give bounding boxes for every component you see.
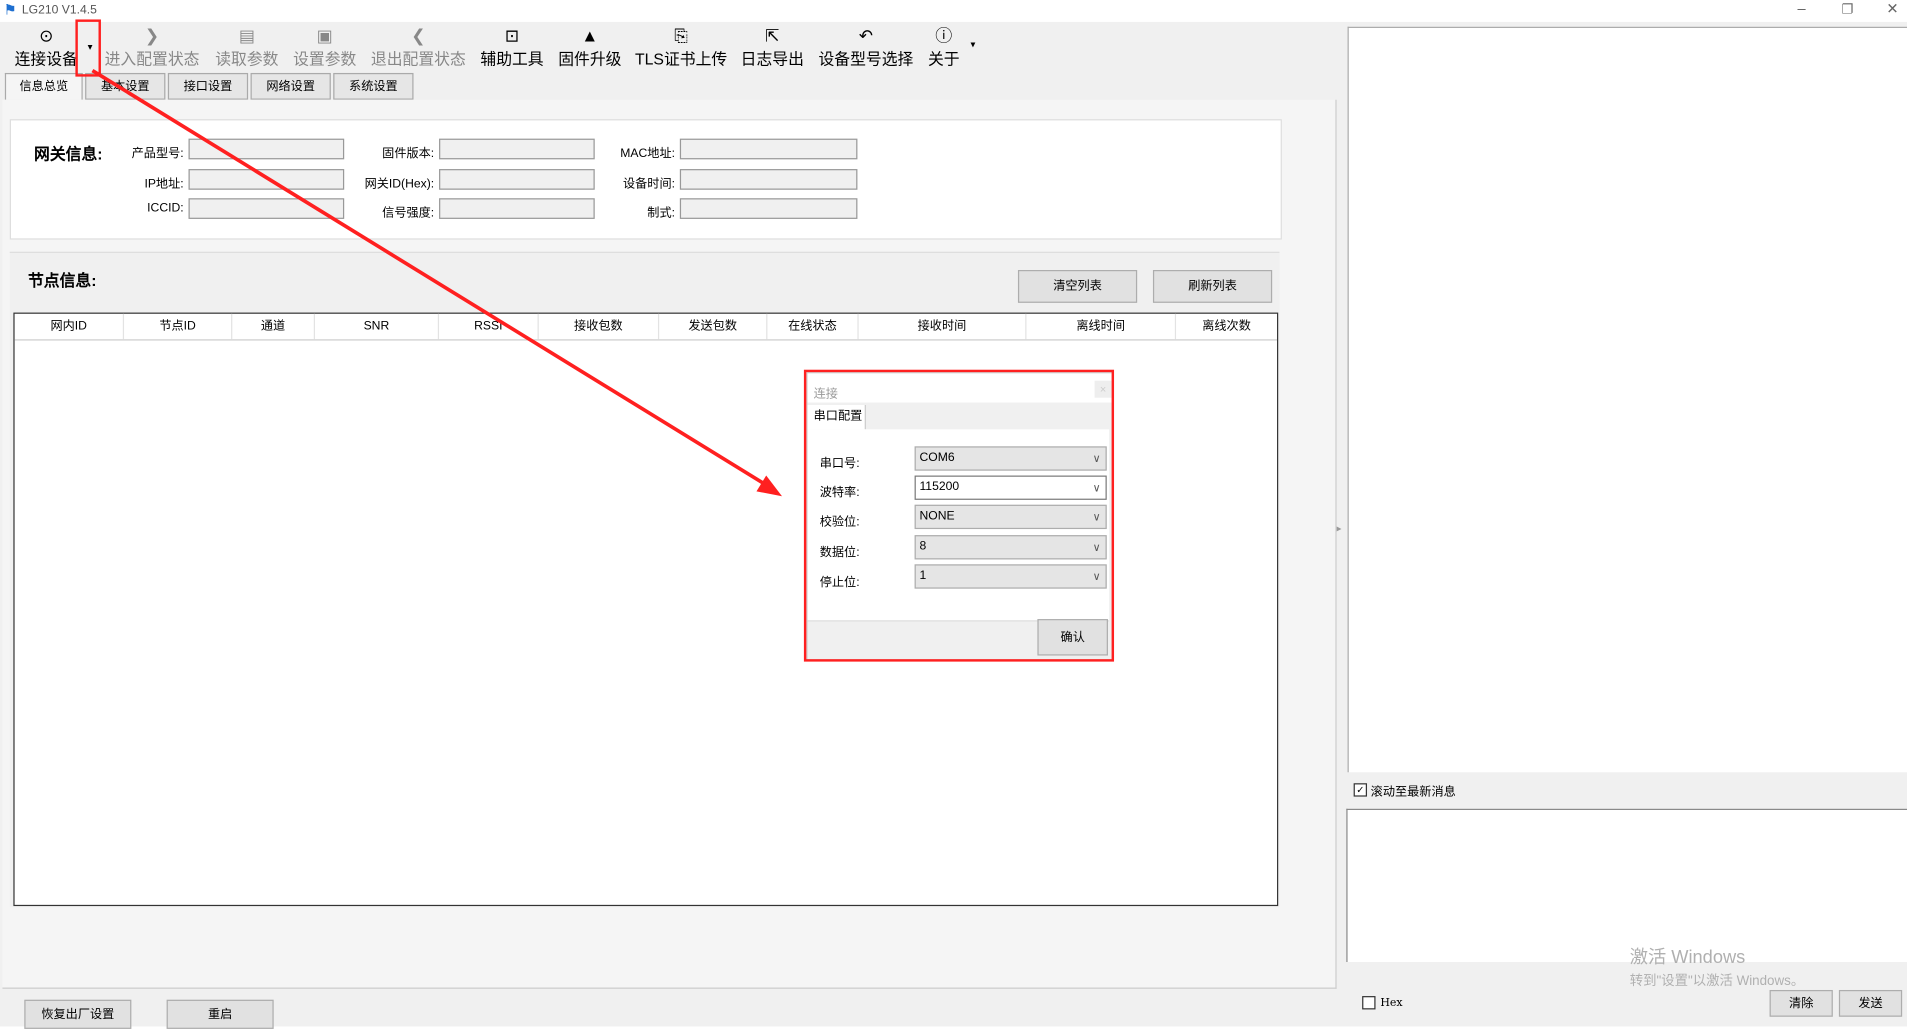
arrow-head: [756, 475, 783, 497]
annotation-arrow: [91, 68, 783, 497]
arrow-line: [91, 68, 770, 489]
app-window: ⚑ LG210 V1.4.5 – ❐ ✕ ⊙ 连接设备 ▾ ❯ 进入配置状态 ▤ 读取…: [0, 0, 1907, 1029]
